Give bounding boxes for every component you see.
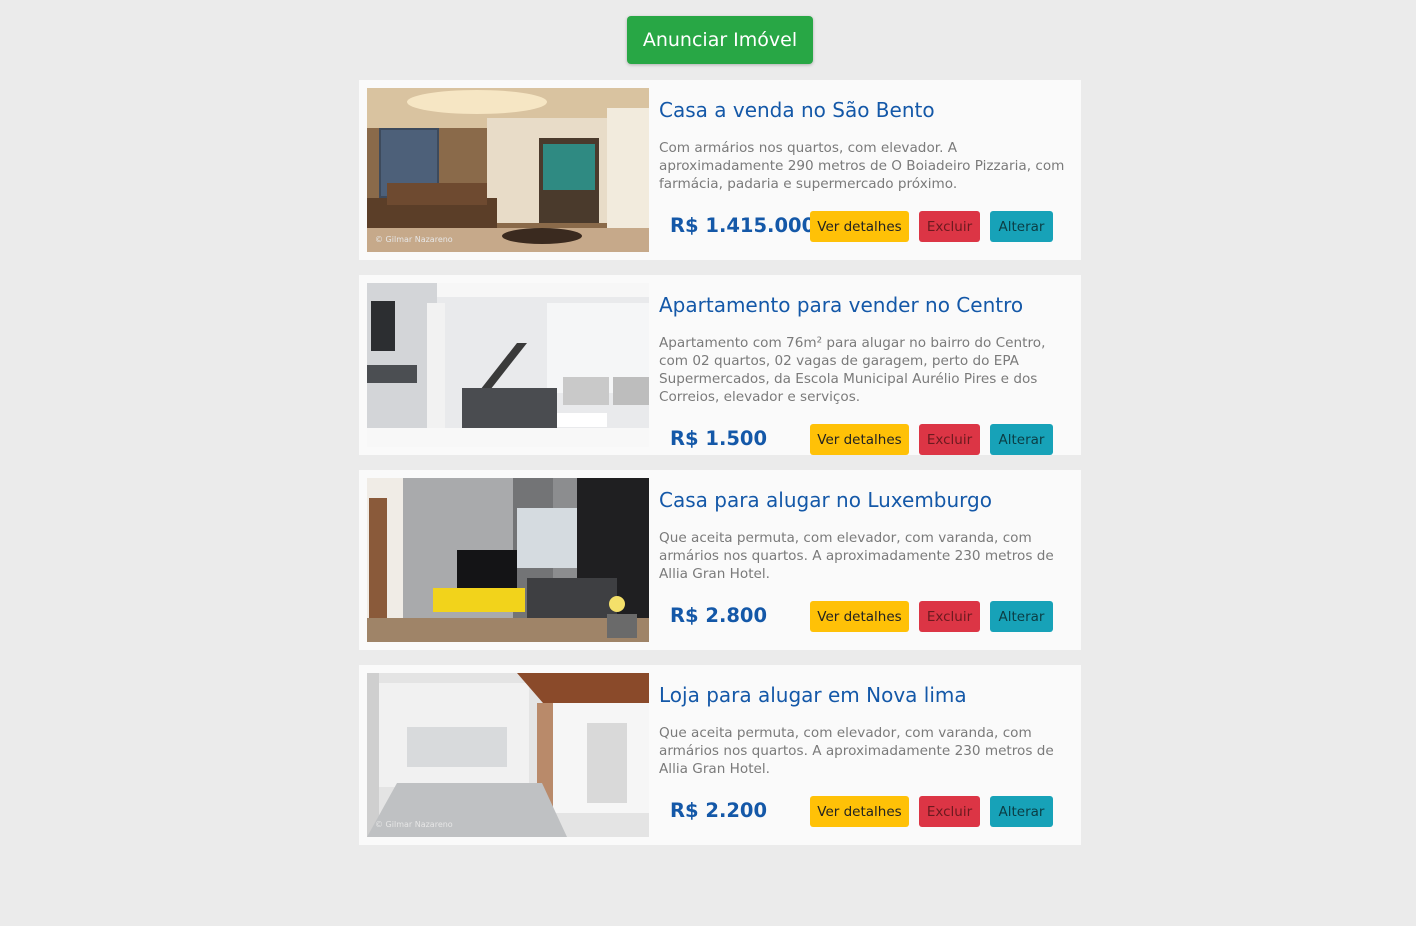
delete-button[interactable]: Excluir <box>919 424 980 455</box>
listing-description: Com armários nos quartos, com elevador. … <box>659 140 1065 192</box>
listing-card: Apartamento para vender no Centro Aparta… <box>359 275 1081 455</box>
listing-title[interactable]: Loja para alugar em Nova lima <box>659 683 1071 707</box>
listing-price: R$ 1.415.000 <box>670 214 816 237</box>
listing-card: © Gilmar Nazareno Casa a venda no São Be… <box>359 80 1081 260</box>
listing-price: R$ 2.200 <box>670 799 768 822</box>
listing-photo[interactable]: © Gilmar Nazareno <box>367 673 649 837</box>
apartment-photo <box>367 283 649 447</box>
listing-description: Apartamento com 76m² para alugar no bair… <box>659 335 1046 405</box>
delete-button[interactable]: Excluir <box>919 211 980 242</box>
photo-credit: © Gilmar Nazareno <box>375 820 453 829</box>
delete-button[interactable]: Excluir <box>919 796 980 827</box>
listing-price: R$ 1.500 <box>670 427 768 450</box>
listing-card: © Gilmar Nazareno Loja para alugar em No… <box>359 665 1081 845</box>
edit-button[interactable]: Alterar <box>990 211 1053 242</box>
listing-title[interactable]: Apartamento para vender no Centro <box>659 293 1071 317</box>
living-room-photo: © Gilmar Nazareno <box>367 88 649 252</box>
delete-button[interactable]: Excluir <box>919 601 980 632</box>
edit-button[interactable]: Alterar <box>990 424 1053 455</box>
living-room-photo <box>367 478 649 642</box>
edit-button[interactable]: Alterar <box>990 601 1053 632</box>
photo-credit: © Gilmar Nazareno <box>375 235 453 244</box>
view-details-button[interactable]: Ver detalhes <box>810 211 909 242</box>
announce-property-button[interactable]: Anunciar Imóvel <box>627 16 813 64</box>
listing-title[interactable]: Casa a venda no São Bento <box>659 98 1071 122</box>
listing-title[interactable]: Casa para alugar no Luxemburgo <box>659 488 1071 512</box>
listing-photo[interactable] <box>367 478 649 642</box>
listing-photo[interactable]: © Gilmar Nazareno <box>367 88 649 252</box>
edit-button[interactable]: Alterar <box>990 796 1053 827</box>
listing-card: Casa para alugar no Luxemburgo Que aceit… <box>359 470 1081 650</box>
listing-photo[interactable] <box>367 283 649 447</box>
view-details-button[interactable]: Ver detalhes <box>810 601 909 632</box>
store-photo: © Gilmar Nazareno <box>367 673 649 837</box>
view-details-button[interactable]: Ver detalhes <box>810 424 909 455</box>
view-details-button[interactable]: Ver detalhes <box>810 796 909 827</box>
listing-description: Que aceita permuta, com elevador, com va… <box>659 530 1054 582</box>
listing-price: R$ 2.800 <box>670 604 768 627</box>
listing-description: Que aceita permuta, com elevador, com va… <box>659 725 1054 777</box>
